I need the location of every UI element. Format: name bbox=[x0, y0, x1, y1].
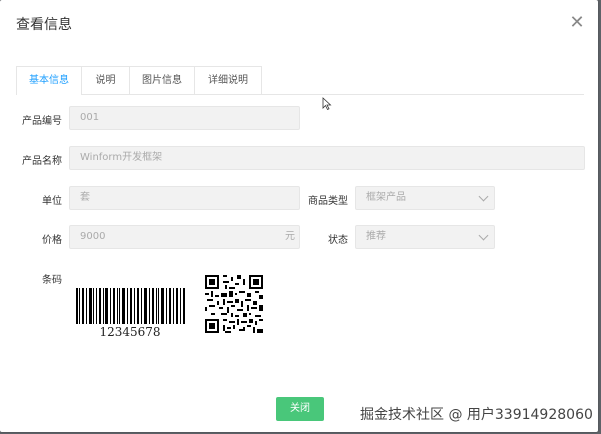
product-type-value: 框架产品 bbox=[366, 192, 406, 203]
tab-basic-info[interactable]: 基本信息 bbox=[16, 66, 82, 95]
price-label: 价格 bbox=[42, 235, 62, 246]
tab-bar: 基本信息 说明 图片信息 详细说明 bbox=[16, 66, 584, 95]
mouse-cursor-icon bbox=[322, 97, 332, 111]
price-unit-suffix: 元 bbox=[285, 231, 295, 242]
watermark-text: 掘金技术社区 @ 用户33914928060 bbox=[360, 407, 593, 423]
product-code-label: 产品编号 bbox=[22, 116, 62, 127]
product-name-label: 产品名称 bbox=[22, 156, 62, 167]
status-value: 推荐 bbox=[366, 231, 386, 242]
price-field[interactable]: 9000 元 bbox=[69, 225, 300, 249]
qr-code-image bbox=[205, 275, 263, 333]
product-type-label: 商品类型 bbox=[308, 196, 348, 207]
status-label: 状态 bbox=[328, 235, 348, 246]
product-code-field[interactable]: 001 bbox=[69, 106, 300, 130]
dialog-title: 查看信息 bbox=[16, 17, 72, 33]
tab-image-info[interactable]: 图片信息 bbox=[129, 66, 195, 94]
tab-detailed-description[interactable]: 详细说明 bbox=[194, 66, 262, 94]
chevron-down-icon bbox=[478, 230, 489, 241]
view-info-dialog: 查看信息 ✕ 基本信息 说明 图片信息 详细说明 产品编号 001 产品名称 W… bbox=[0, 0, 598, 432]
unit-field[interactable]: 套 bbox=[69, 186, 300, 210]
product-name-field[interactable]: Winform开发框架 bbox=[69, 146, 585, 170]
unit-label: 单位 bbox=[42, 196, 62, 207]
barcode-number: 12345678 bbox=[99, 325, 161, 339]
barcode-label: 条码 bbox=[42, 275, 62, 286]
close-button[interactable]: 关闭 bbox=[276, 397, 324, 421]
price-value: 9000 bbox=[80, 231, 106, 242]
close-icon[interactable]: ✕ bbox=[568, 14, 586, 32]
product-type-select[interactable]: 框架产品 bbox=[355, 186, 495, 210]
status-select[interactable]: 推荐 bbox=[355, 225, 495, 249]
tab-description[interactable]: 说明 bbox=[81, 66, 130, 94]
chevron-down-icon bbox=[478, 191, 489, 202]
barcode-image bbox=[76, 288, 185, 324]
